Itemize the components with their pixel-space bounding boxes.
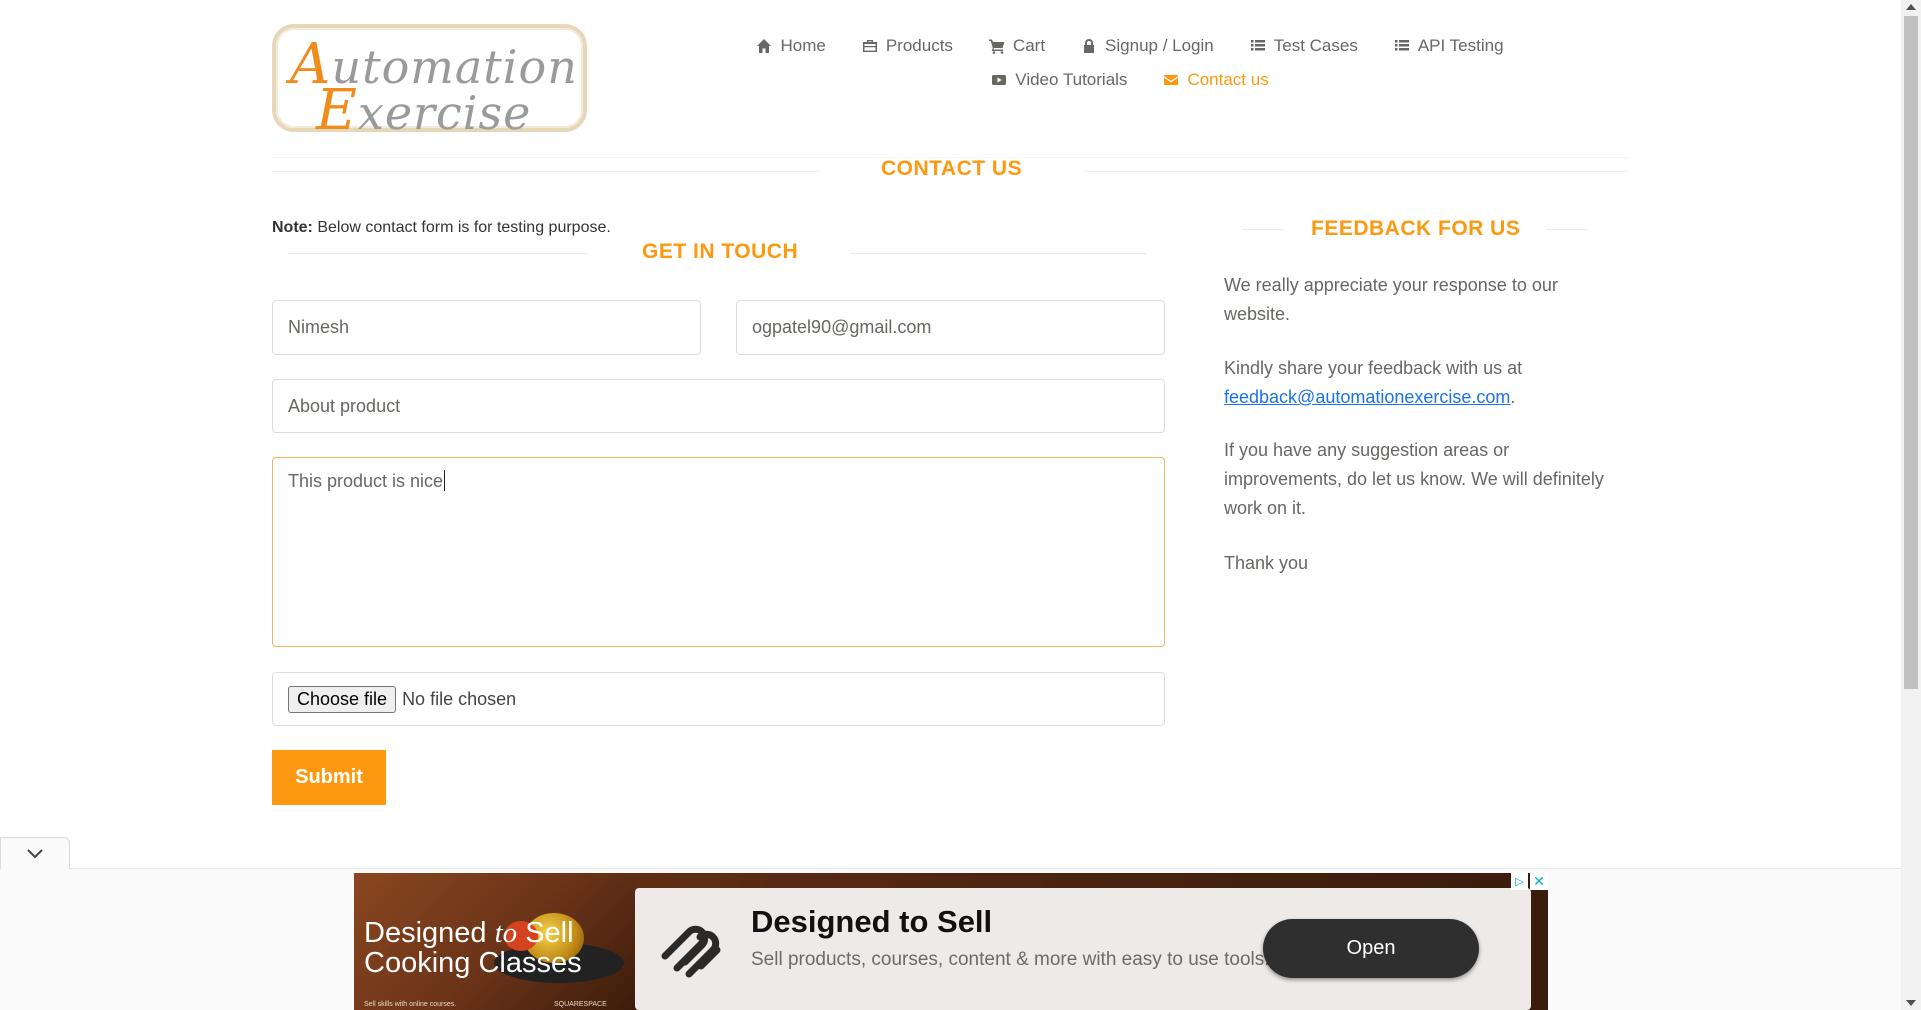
ad-image: Designed to Sell Cooking Classes Sell sk…	[354, 873, 636, 1010]
close-icon[interactable]: ✕	[1530, 873, 1548, 890]
nav-home-label: Home	[780, 36, 826, 55]
title-divider-left	[272, 171, 820, 172]
page-title: Contact Us	[881, 157, 1023, 180]
ad-image-headline: Designed to Sell Cooking Classes	[364, 917, 582, 979]
get-in-touch-divider-right	[850, 253, 1146, 254]
email-input[interactable]: ogpatel90@gmail.com	[736, 300, 1165, 355]
page-scrollbar[interactable]	[1901, 0, 1921, 1010]
adchoices-icon[interactable]: ▷	[1511, 873, 1528, 890]
feedback-divider-right	[1546, 229, 1588, 230]
feedback-paragraph-2-suffix: .	[1510, 387, 1516, 407]
nav-signup-login[interactable]: Signup / Login	[1081, 36, 1214, 56]
briefcase-icon	[862, 40, 877, 52]
advertisement[interactable]: Designed to Sell Cooking Classes Sell sk…	[354, 873, 1548, 1010]
scrollbar-thumb[interactable]	[1904, 16, 1918, 689]
choose-file-button[interactable]: Choose file	[288, 685, 397, 713]
form-note-text: Below contact form is for testing purpos…	[312, 219, 611, 236]
ad-card[interactable]: Designed to Sell Sell products, courses,…	[635, 888, 1531, 1010]
collapse-ad-button[interactable]	[0, 837, 70, 869]
nav-products[interactable]: Products	[862, 36, 953, 56]
feedback-paragraph-3: If you have any suggestion areas or impr…	[1224, 440, 1604, 518]
chevron-down-icon	[27, 848, 43, 858]
form-note: Note: Below contact form is for testing …	[272, 219, 611, 237]
form-note-label: Note:	[272, 219, 313, 236]
nav-products-label: Products	[885, 36, 953, 55]
ad-title: Designed to Sell	[751, 904, 993, 939]
scroll-up-icon[interactable]	[1906, 4, 1916, 10]
text-caret	[444, 470, 446, 491]
email-input-value: ogpatel90@gmail.com	[752, 317, 932, 337]
get-in-touch-heading: Get In Touch	[642, 240, 799, 263]
scroll-down-icon[interactable]	[1906, 1000, 1916, 1006]
feedback-heading: Feedback For Us	[1311, 217, 1521, 240]
nav-video-tutorials-label: Video Tutorials	[1015, 70, 1128, 89]
submit-button[interactable]: Submit	[272, 750, 386, 805]
ad-open-button[interactable]: Open	[1263, 919, 1479, 978]
nav-api-testing-label: API Testing	[1417, 36, 1504, 55]
list-icon	[1250, 40, 1265, 51]
nav-cart-label: Cart	[1012, 36, 1046, 55]
nav-cart[interactable]: Cart	[988, 36, 1046, 56]
feedback-paragraph-2: Kindly share your feedback with us at fe…	[1224, 354, 1604, 412]
nav-signup-login-label: Signup / Login	[1105, 36, 1214, 55]
feedback-divider-left	[1242, 229, 1284, 230]
nav-api-testing[interactable]: API Testing	[1394, 36, 1504, 56]
ad-image-caption: Sell skills with online courses.	[364, 1001, 457, 1008]
logo-text-line2: Exercise	[316, 78, 532, 143]
feedback-paragraph-4: Thank you	[1224, 553, 1309, 573]
nav-contact-us-label: Contact us	[1187, 70, 1269, 89]
message-textarea-value: This product is nice	[288, 470, 446, 491]
nav-video-tutorials[interactable]: Video Tutorials	[991, 70, 1127, 90]
message-textarea[interactable]: This product is nice	[272, 457, 1165, 647]
name-input[interactable]: Nimesh	[272, 300, 701, 355]
feedback-email-link[interactable]: feedback@automationexercise.com	[1224, 387, 1510, 407]
get-in-touch-divider-left	[288, 253, 588, 254]
feedback-paragraph-2-prefix: Kindly share your feedback with us at	[1224, 358, 1523, 378]
feedback-paragraph-1: We really appreciate your response to ou…	[1224, 275, 1558, 324]
ad-image-brand: SQUARESPACE	[554, 1001, 607, 1008]
file-status: No file chosen	[402, 688, 517, 709]
youtube-icon	[992, 75, 1007, 85]
nav-home[interactable]: Home	[756, 36, 826, 56]
lock-icon	[1084, 39, 1095, 53]
nav-test-cases-label: Test Cases	[1273, 36, 1358, 55]
title-divider-right	[1084, 171, 1628, 172]
cart-icon	[988, 39, 1005, 54]
file-upload-field[interactable]: Choose file No file chosen	[272, 672, 1165, 726]
list-icon	[1394, 40, 1409, 51]
main-nav: Home Products Cart Signup / Login Test C…	[740, 36, 1520, 104]
name-input-value: Nimesh	[288, 317, 350, 337]
home-icon	[757, 39, 772, 53]
envelope-icon	[1164, 75, 1179, 85]
subject-input[interactable]: About product	[272, 379, 1165, 433]
site-logo[interactable]: Automation Exercise	[272, 24, 587, 143]
nav-test-cases[interactable]: Test Cases	[1250, 36, 1358, 56]
squarespace-logo-icon	[661, 925, 721, 978]
ad-description: Sell products, courses, content & more w…	[751, 949, 1270, 970]
subject-input-value: About product	[288, 395, 401, 416]
nav-contact-us[interactable]: Contact us	[1163, 70, 1269, 90]
